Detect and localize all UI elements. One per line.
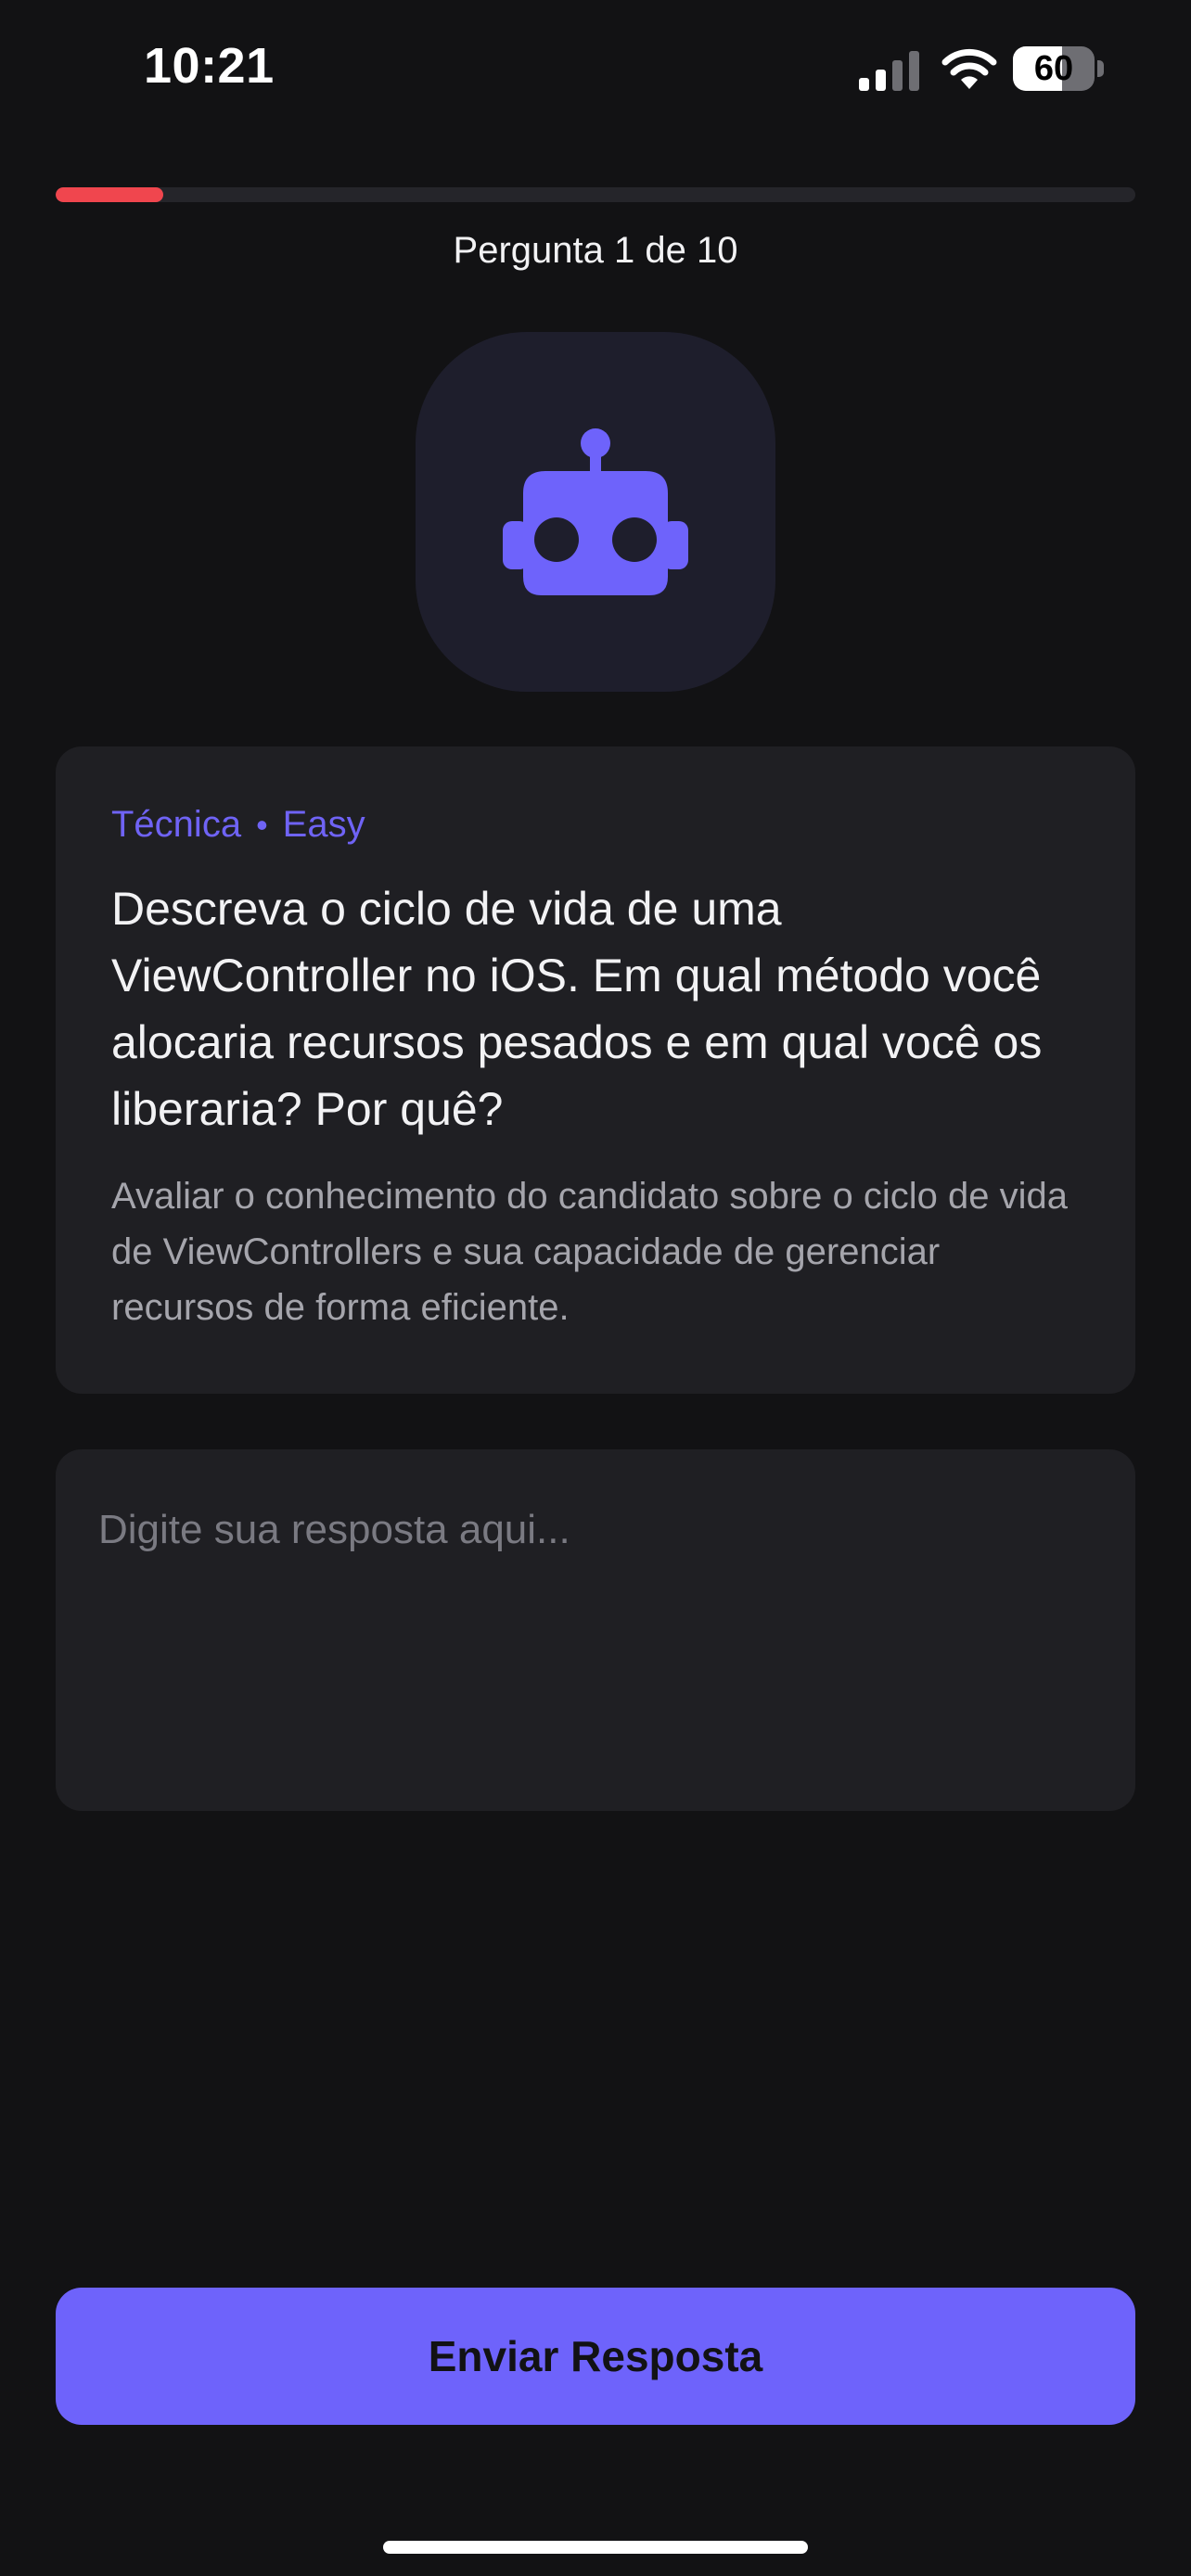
battery-icon: 60: [1013, 46, 1106, 93]
battery-level: 60: [1033, 49, 1074, 88]
question-text: Descreva o ciclo de vida de uma ViewCont…: [111, 883, 1043, 1135]
meta-separator: •: [256, 805, 268, 844]
question-category: Técnica: [111, 804, 242, 845]
progress-fill: [56, 187, 164, 202]
submit-answer-button[interactable]: Enviar Resposta: [56, 2288, 1135, 2425]
question-counter: Pergunta 1 de 10: [453, 230, 738, 271]
answer-input[interactable]: [56, 1449, 1135, 1811]
question-card: Técnica • Easy Descreva o ciclo de vida …: [56, 746, 1135, 1394]
status-time: 10:21: [144, 38, 275, 94]
question-hint: Avaliar o conhecimento do candidato sobr…: [111, 1176, 1069, 1328]
interview-question-screen: 10:21 60 Pergunta 1 de 10 Técnica • Easy…: [0, 0, 1191, 2576]
home-indicator[interactable]: [383, 2541, 808, 2554]
wifi-icon: [941, 48, 997, 89]
robot-icon: [503, 428, 688, 595]
progress-bar: [56, 187, 1135, 202]
cellular-signal-icon: [859, 51, 919, 91]
status-indicators: 60: [853, 41, 1132, 102]
interviewer-avatar: [416, 332, 775, 692]
question-difficulty: Easy: [282, 804, 365, 845]
question-meta: Técnica • Easy: [111, 804, 1080, 846]
